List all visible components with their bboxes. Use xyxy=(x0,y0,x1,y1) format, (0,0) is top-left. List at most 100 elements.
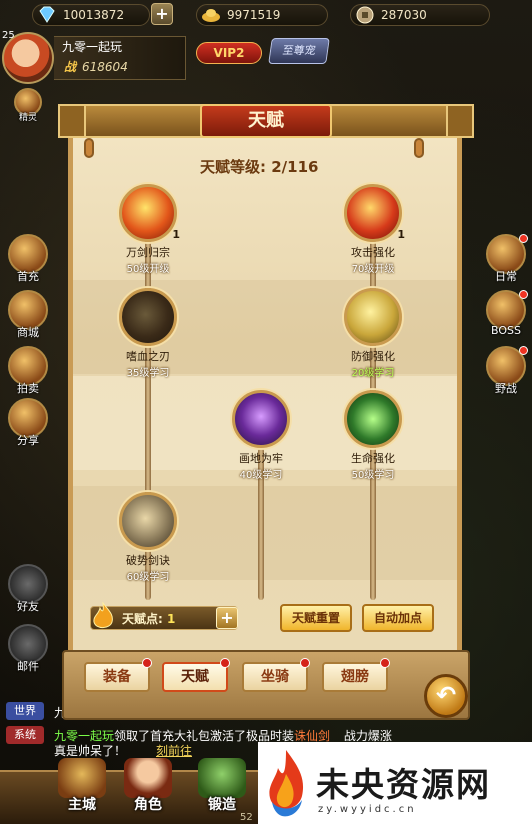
notification-dot xyxy=(220,658,230,668)
side-label: 日常 xyxy=(495,270,517,283)
watermark-logo: 未央资源网 zy.wyyidc.cn xyxy=(258,742,532,824)
nav-label: 角色 xyxy=(134,797,162,813)
talent-node[interactable]: 嗜血之刃 35级学习 xyxy=(103,288,193,379)
power-value: 618604 xyxy=(82,60,128,74)
tab-label: 装备 xyxy=(103,669,131,685)
defense-boost-icon xyxy=(344,288,402,346)
side-label: 分享 xyxy=(17,434,39,447)
talent-name: 破势剑诀 xyxy=(126,554,170,567)
talent-requirement: 35级学习 xyxy=(126,368,170,379)
back-button[interactable]: ↶ xyxy=(424,674,468,718)
side-item-boss[interactable]: BOSS xyxy=(482,290,530,337)
recharge-plus-button[interactable]: + xyxy=(151,3,173,25)
auto-assign-button[interactable]: 自动加点 xyxy=(362,604,434,632)
side-label: 野战 xyxy=(495,382,517,395)
sword-slash-icon: 1 xyxy=(119,184,180,242)
side-item-shop[interactable]: 商城 xyxy=(4,290,52,340)
side-item-mail[interactable]: 邮件 xyxy=(4,624,52,674)
city-icon xyxy=(58,758,106,798)
diamond-counter: 10013872 xyxy=(32,4,150,26)
side-item-share[interactable]: 分享 xyxy=(4,398,52,448)
chat-item-name[interactable]: 诛仙剑 xyxy=(294,729,330,743)
gold-amount: 9971519 xyxy=(227,8,281,22)
notification-dot xyxy=(380,658,390,668)
talent-points-value: 1 xyxy=(167,612,176,626)
flame-icon xyxy=(93,602,113,629)
nav-forge[interactable]: 锻造 xyxy=(190,758,254,820)
notification-dot xyxy=(519,290,528,299)
talent-name: 嗜血之刃 xyxy=(126,350,170,363)
chat-tag-world[interactable]: 世界 xyxy=(6,702,44,720)
anvil-icon xyxy=(198,758,246,798)
talent-node[interactable]: 1 攻击强化 70级开级 xyxy=(328,184,418,275)
talent-requirement: 20级学习 xyxy=(351,368,395,379)
bottom-number: 52 xyxy=(240,812,253,823)
chat-goto-link[interactable]: 刻前往 xyxy=(156,744,192,758)
talent-requirement: 50级学习 xyxy=(351,470,395,481)
talent-level: 天赋等级: 2/116 xyxy=(200,156,318,177)
side-label: 商城 xyxy=(17,326,39,339)
logo-flame-icon xyxy=(269,750,304,817)
power-label: 战 xyxy=(64,60,77,74)
coin-counter: 287030 xyxy=(350,4,490,26)
nav-character[interactable]: 角色 xyxy=(116,758,180,820)
tab-equipment[interactable]: 装备 xyxy=(84,658,152,692)
talent-name: 画地为牢 xyxy=(239,452,283,465)
notification-dot xyxy=(519,346,528,355)
talent-node[interactable]: 破势剑诀 60级学习 xyxy=(103,492,193,583)
chat-tail: 战力爆涨 xyxy=(343,729,392,743)
chat-message: 领取了首充大礼包激活了极品时装 xyxy=(114,729,295,743)
player-power: 战 618604 xyxy=(64,58,128,75)
talent-node[interactable]: 1 万剑归宗 50级开级 xyxy=(103,184,193,275)
talent-node[interactable]: 防御强化 20级学习 xyxy=(328,288,418,379)
talent-reset-button[interactable]: 天赋重置 xyxy=(280,604,352,632)
talent-requirement: 40级学习 xyxy=(239,470,283,481)
diamond-amount: 10013872 xyxy=(63,8,125,22)
side-item-daily[interactable]: 日常 xyxy=(482,234,530,284)
talent-points: 1 xyxy=(172,228,180,241)
ornament-right xyxy=(446,104,474,138)
tab-talent[interactable]: 天赋 xyxy=(162,658,230,692)
talent-level-label: 天赋等级: xyxy=(200,158,266,176)
coin-amount: 287030 xyxy=(381,8,427,22)
talent-points: 天赋点: 1 xyxy=(122,610,175,627)
talent-requirement: 60级学习 xyxy=(126,572,170,583)
talent-node[interactable]: 生命强化 50级学习 xyxy=(328,390,418,481)
character-icon xyxy=(124,758,172,798)
talent-name: 防御强化 xyxy=(351,350,395,363)
coin-icon xyxy=(356,6,374,24)
chat-player-name[interactable]: 九零一起玩 xyxy=(54,729,114,743)
life-boost-icon xyxy=(344,390,402,448)
talent-requirement: 50级开级 xyxy=(126,264,170,275)
add-talent-points-button[interactable]: + xyxy=(216,607,238,629)
game-screen: 10013872 + 9971519 287030 25 九零一起玩 战 6186… xyxy=(0,0,532,824)
notification-dot xyxy=(142,658,152,668)
tab-mount[interactable]: 坐骑 xyxy=(242,658,310,692)
side-item-friends[interactable]: 好友 xyxy=(4,564,52,614)
logo-title: 未央资源网 xyxy=(316,765,491,804)
talent-node[interactable]: 画地为牢 40级学习 xyxy=(216,390,306,481)
tab-wings[interactable]: 翅膀 xyxy=(322,658,390,692)
panel-title: 天赋 xyxy=(200,104,332,138)
back-arrow-icon: ↶ xyxy=(435,681,457,709)
talent-name: 万剑归宗 xyxy=(126,246,170,259)
nav-main-city[interactable]: 主城 xyxy=(50,758,114,820)
side-item-first-recharge[interactable]: 首充 xyxy=(4,234,52,284)
side-label: 拍卖 xyxy=(17,382,39,395)
tab-label: 翅膀 xyxy=(341,669,369,685)
side-item-field-battle[interactable]: 野战 xyxy=(482,346,530,396)
chat-tag-system[interactable]: 系统 xyxy=(6,726,44,744)
talent-points: 1 xyxy=(397,228,405,241)
tab-label: 坐骑 xyxy=(261,669,289,685)
vip-button[interactable]: VIP2 xyxy=(196,42,262,64)
chat-message-2: 真是帅呆了！ xyxy=(54,744,127,758)
side-item-auction[interactable]: 拍卖 xyxy=(4,346,52,396)
tab-label: 天赋 xyxy=(181,669,209,685)
side-item-spirit[interactable]: 精灵 xyxy=(4,88,52,123)
talent-name: 生命强化 xyxy=(351,452,395,465)
talent-level-value: 2/116 xyxy=(271,158,319,176)
sword-art-icon xyxy=(119,492,177,550)
ornament-left xyxy=(58,104,86,138)
hook-icon xyxy=(414,138,424,158)
supreme-badge[interactable]: 至尊宠 xyxy=(268,38,330,64)
